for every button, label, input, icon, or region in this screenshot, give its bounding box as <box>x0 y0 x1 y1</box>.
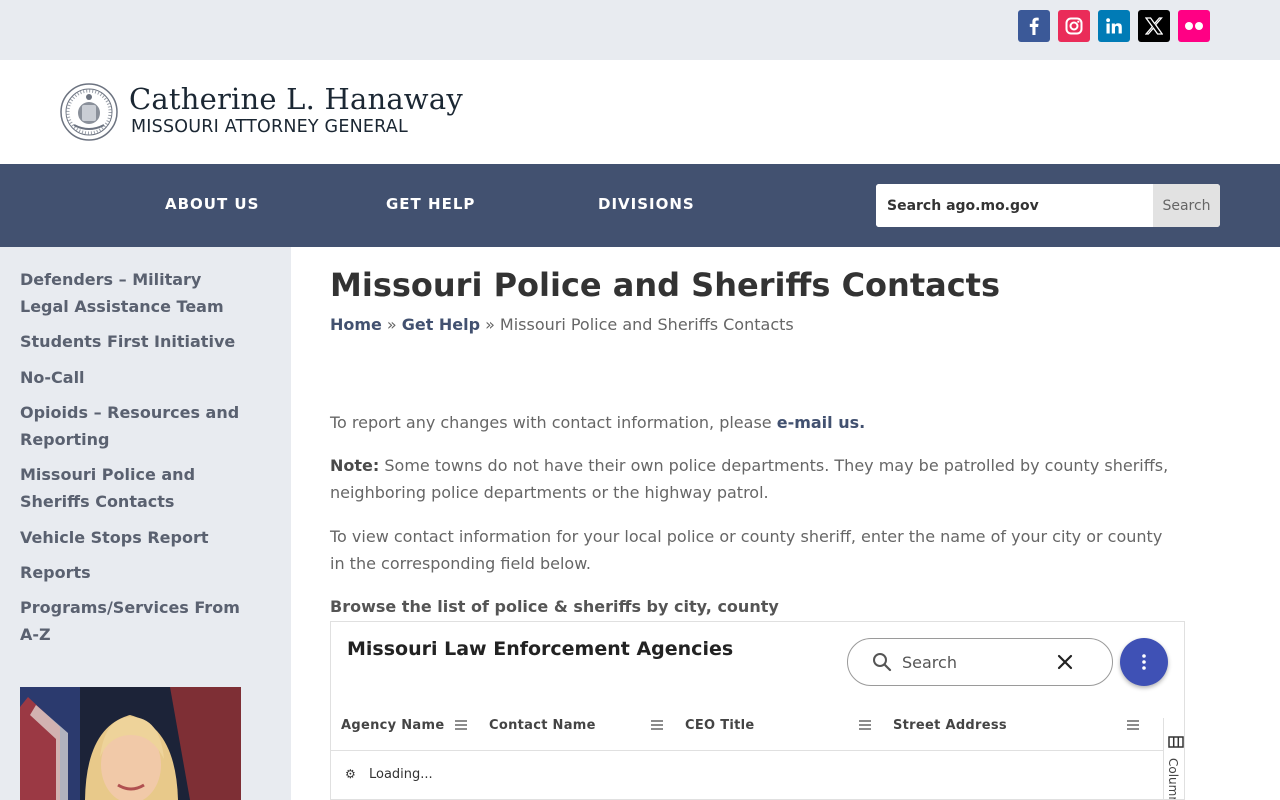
instagram-icon[interactable] <box>1058 10 1090 42</box>
breadcrumb-home[interactable]: Home <box>330 315 382 334</box>
column-header-street-address[interactable]: Street Address <box>893 718 1007 733</box>
facebook-icon[interactable] <box>1018 10 1050 42</box>
agencies-table-widget: Missouri Law Enforcement Agencies Agency… <box>330 621 1185 800</box>
column-menu-icon[interactable] <box>454 719 468 731</box>
widget-more-menu-button[interactable] <box>1120 638 1168 686</box>
page-title: Missouri Police and Sheriffs Contacts <box>330 266 1001 304</box>
column-menu-icon[interactable] <box>1126 719 1140 731</box>
loading-indicator: ⚙ Loading... <box>345 767 433 782</box>
browse-heading: Browse the list of police & sheriffs by … <box>330 597 779 616</box>
header-divider <box>331 750 1163 751</box>
nav-about-us[interactable]: ABOUT US <box>165 195 259 213</box>
breadcrumb-separator: » <box>386 315 397 334</box>
loading-text: Loading... <box>369 767 433 782</box>
sidebar-item-students-first[interactable]: Students First Initiative <box>20 328 255 355</box>
sidebar-item-police-sheriffs[interactable]: Missouri Police and Sheriffs Contacts <box>20 461 255 515</box>
sidebar-item-programs-az[interactable]: Programs/Services From A-Z <box>20 594 255 648</box>
nav-get-help[interactable]: GET HELP <box>386 195 475 213</box>
report-changes-paragraph: To report any changes with contact infor… <box>330 409 1180 436</box>
breadcrumb: Home» Get Help» Missouri Police and Sherif… <box>330 315 794 335</box>
site-header: Catherine L. Hanaway MISSOURI ATTORNEY G… <box>0 60 1280 164</box>
search-icon <box>873 653 892 672</box>
breadcrumb-get-help[interactable]: Get Help <box>402 315 480 334</box>
gear-icon: ⚙ <box>345 767 356 781</box>
brand-name[interactable]: Catherine L. Hanaway <box>129 82 463 116</box>
column-header-ceo-title[interactable]: CEO Title <box>685 718 755 733</box>
flickr-icon[interactable] <box>1178 10 1210 42</box>
columns-tab-label: Columns <box>1166 758 1180 800</box>
column-menu-icon[interactable] <box>650 719 664 731</box>
email-us-link[interactable]: e-mail us. <box>777 413 866 432</box>
sidebar-item-reports[interactable]: Reports <box>20 559 255 586</box>
main-nav: ABOUT US GET HELP DIVISIONS Search <box>0 164 1280 247</box>
note-paragraph: Note: Some towns do not have their own p… <box>330 452 1180 506</box>
columns-side-panel-tab[interactable]: Columns <box>1163 718 1184 800</box>
sidebar-item-opioids[interactable]: Opioids – Resources and Reporting <box>20 399 255 453</box>
column-header-agency-name[interactable]: Agency Name <box>341 718 444 733</box>
attorney-general-portrait[interactable] <box>20 687 241 800</box>
linkedin-icon[interactable] <box>1098 10 1130 42</box>
site-search: Search <box>876 184 1220 227</box>
instructions-paragraph: To view contact information for your loc… <box>330 527 1163 573</box>
breadcrumb-current: Missouri Police and Sheriffs Contacts <box>499 315 794 334</box>
report-changes-text: To report any changes with contact infor… <box>330 413 777 432</box>
nav-divisions[interactable]: DIVISIONS <box>598 195 695 213</box>
column-header-contact-name[interactable]: Contact Name <box>489 718 596 733</box>
widget-title: Missouri Law Enforcement Agencies <box>347 638 734 660</box>
columns-icon <box>1168 736 1184 748</box>
widget-search <box>847 638 1113 686</box>
brand-subtitle[interactable]: MISSOURI ATTORNEY GENERAL <box>131 117 408 137</box>
more-vertical-icon <box>1142 654 1146 670</box>
sidebar-item-vehicle-stops[interactable]: Vehicle Stops Report <box>20 524 255 551</box>
breadcrumb-separator: » <box>485 315 495 334</box>
site-search-button[interactable]: Search <box>1153 184 1220 227</box>
state-seal-logo[interactable] <box>60 83 118 141</box>
site-search-input[interactable] <box>876 184 1153 227</box>
note-label: Note: <box>330 456 380 475</box>
widget-search-input[interactable] <box>902 651 1042 673</box>
sidebar-item-no-call[interactable]: No-Call <box>20 364 255 391</box>
sidebar: Defenders – Military Legal Assistance Te… <box>0 247 291 800</box>
sidebar-item-defenders[interactable]: Defenders – Military Legal Assistance Te… <box>20 266 255 320</box>
x-icon[interactable] <box>1138 10 1170 42</box>
clear-search-icon[interactable] <box>1056 653 1074 671</box>
top-bar <box>0 0 1280 60</box>
column-menu-icon[interactable] <box>858 719 872 731</box>
note-text: Some towns do not have their own police … <box>330 456 1169 502</box>
